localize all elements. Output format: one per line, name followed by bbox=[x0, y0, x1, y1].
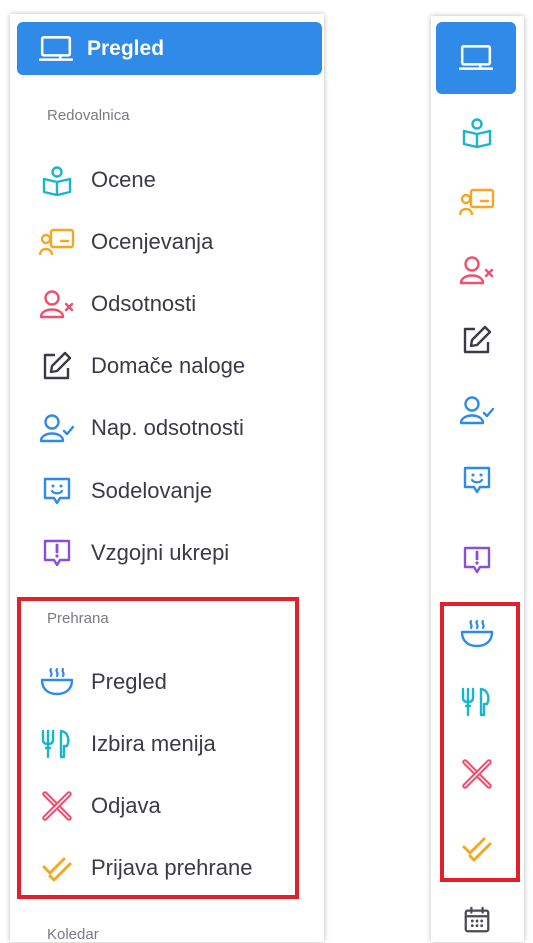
nav-item-nap-odsotnosti[interactable]: Nap. odsotnosti bbox=[38, 408, 308, 448]
mini-nav-ocene[interactable] bbox=[443, 110, 511, 154]
double-check-icon bbox=[38, 851, 76, 885]
nav-item-label: Domače naloge bbox=[91, 353, 246, 378]
fork-knife-icon bbox=[460, 686, 494, 718]
mini-nav-ocenjevanja[interactable] bbox=[443, 180, 511, 224]
nav-item-izbira-menija[interactable]: Izbira menija bbox=[38, 724, 308, 764]
nav-item-label: Sodelovanje bbox=[91, 478, 213, 503]
section-heading-prehrana: Prehrana bbox=[47, 610, 109, 627]
nav-item-sodelovanje[interactable]: Sodelovanje bbox=[38, 471, 308, 511]
smile-chat-icon bbox=[461, 464, 493, 496]
reading-student-icon bbox=[38, 163, 76, 197]
nav-item-label: Ocenjevanja bbox=[91, 229, 214, 254]
double-check-icon bbox=[461, 833, 493, 863]
nav-item-label: Vzgojni ukrepi bbox=[91, 540, 230, 565]
nav-item-pregled-active[interactable]: Pregled bbox=[17, 22, 322, 75]
section-heading-koledar: Koledar bbox=[47, 926, 99, 943]
nav-item-label: Nap. odsotnosti bbox=[91, 415, 244, 440]
alert-chat-icon bbox=[38, 536, 76, 570]
crossed-cutlery-icon bbox=[460, 758, 494, 790]
nav-item-odsotnosti[interactable]: Odsotnosti bbox=[38, 284, 308, 324]
mini-nav-sodelovanje[interactable] bbox=[443, 458, 511, 502]
fork-knife-icon bbox=[38, 727, 76, 761]
nav-item-vzgojni-ukrepi[interactable]: Vzgojni ukrepi bbox=[38, 533, 308, 573]
user-x-icon bbox=[38, 287, 76, 321]
user-check-icon bbox=[459, 395, 495, 425]
user-check-icon bbox=[38, 411, 76, 445]
mini-nav-nap-odsotnosti[interactable] bbox=[443, 388, 511, 432]
nav-item-prehrana-pregled[interactable]: Pregled bbox=[38, 662, 308, 702]
classroom-board-icon bbox=[459, 43, 493, 73]
steaming-bowl-icon bbox=[460, 619, 494, 649]
mini-nav-odjava[interactable] bbox=[443, 752, 511, 796]
nav-item-domace-naloge[interactable]: Domače naloge bbox=[38, 346, 308, 386]
mini-nav-domace-naloge[interactable] bbox=[443, 318, 511, 362]
nav-item-prijava-prehrane[interactable]: Prijava prehrane bbox=[38, 848, 308, 888]
smile-chat-icon bbox=[38, 474, 76, 508]
mini-nav-koledar[interactable] bbox=[443, 898, 511, 942]
nav-item-odjava[interactable]: Odjava bbox=[38, 786, 308, 826]
user-x-icon bbox=[459, 255, 495, 285]
teacher-board-icon bbox=[459, 187, 495, 217]
edit-note-icon bbox=[38, 349, 76, 383]
nav-item-label: Odjava bbox=[91, 793, 161, 818]
nav-item-label: Pregled bbox=[87, 36, 165, 60]
edit-note-icon bbox=[461, 324, 493, 356]
nav-item-label: Prijava prehrane bbox=[91, 855, 253, 880]
nav-item-ocenjevanja[interactable]: Ocenjevanja bbox=[38, 222, 308, 262]
nav-item-label: Ocene bbox=[91, 167, 156, 192]
steaming-bowl-icon bbox=[38, 665, 76, 699]
alert-chat-icon bbox=[461, 544, 493, 576]
mini-nav-odsotnosti[interactable] bbox=[443, 248, 511, 292]
mini-nav-prijava-prehrane[interactable] bbox=[443, 826, 511, 870]
nav-item-ocene[interactable]: Ocene bbox=[38, 160, 308, 200]
mini-nav-pregled-active[interactable] bbox=[436, 22, 516, 94]
reading-student-icon bbox=[461, 116, 493, 148]
nav-item-label: Odsotnosti bbox=[91, 291, 197, 316]
mini-nav-prehrana-pregled[interactable] bbox=[443, 612, 511, 656]
classroom-board-icon bbox=[39, 34, 73, 64]
mini-nav-izbira-menija[interactable] bbox=[443, 680, 511, 724]
calendar-icon bbox=[462, 905, 492, 935]
nav-item-label: Pregled bbox=[91, 669, 167, 694]
section-heading-redovalnica: Redovalnica bbox=[47, 107, 130, 124]
teacher-board-icon bbox=[38, 225, 76, 259]
crossed-cutlery-icon bbox=[38, 789, 76, 823]
mini-nav-vzgojni-ukrepi[interactable] bbox=[443, 538, 511, 582]
nav-item-label: Izbira menija bbox=[91, 731, 216, 756]
